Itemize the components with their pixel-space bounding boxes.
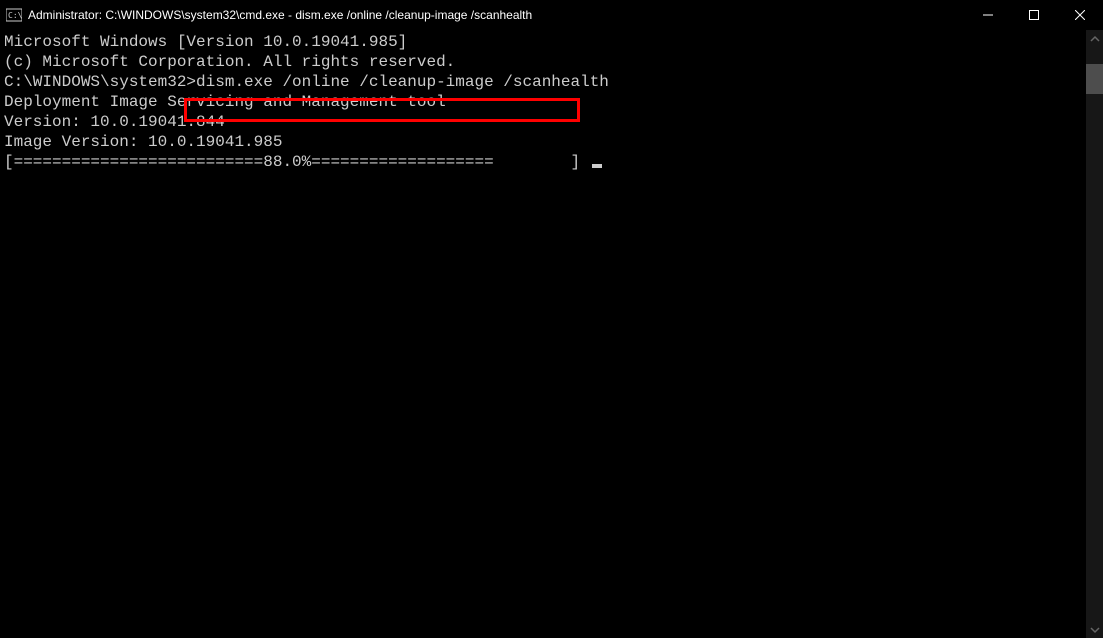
- progress-line: [==========================88.0%========…: [4, 152, 1082, 172]
- maximize-button[interactable]: [1011, 0, 1057, 30]
- progress-bar-text: [==========================88.0%========…: [4, 153, 590, 171]
- maximize-icon: [1029, 10, 1039, 20]
- image-version-line: Image Version: 10.0.19041.985: [4, 132, 1082, 152]
- tool-version-line: Version: 10.0.19041.844: [4, 112, 1082, 132]
- close-button[interactable]: [1057, 0, 1103, 30]
- tool-name-line: Deployment Image Servicing and Managemen…: [4, 92, 1082, 112]
- entered-command: dism.exe /online /cleanup-image /scanhea…: [196, 73, 609, 91]
- minimize-button[interactable]: [965, 0, 1011, 30]
- prompt-prefix: C:\WINDOWS\system32>: [4, 73, 196, 91]
- cmd-icon: C:\: [6, 7, 22, 23]
- prompt-line: C:\WINDOWS\system32>dism.exe /online /cl…: [4, 72, 1082, 92]
- scrollbar-thumb[interactable]: [1086, 64, 1103, 94]
- svg-text:C:\: C:\: [8, 11, 22, 20]
- window-controls: [965, 0, 1103, 30]
- scrollbar-down-button[interactable]: [1086, 621, 1103, 638]
- terminal-area: Microsoft Windows [Version 10.0.19041.98…: [0, 30, 1103, 638]
- terminal-output[interactable]: Microsoft Windows [Version 10.0.19041.98…: [0, 30, 1086, 638]
- version-line: Microsoft Windows [Version 10.0.19041.98…: [4, 32, 1082, 52]
- cursor: [592, 164, 602, 168]
- titlebar[interactable]: C:\ Administrator: C:\WINDOWS\system32\c…: [0, 0, 1103, 30]
- copyright-line: (c) Microsoft Corporation. All rights re…: [4, 52, 1082, 72]
- titlebar-text: Administrator: C:\WINDOWS\system32\cmd.e…: [28, 8, 965, 22]
- close-icon: [1075, 10, 1085, 20]
- chevron-up-icon: [1090, 34, 1100, 44]
- minimize-icon: [983, 10, 993, 20]
- vertical-scrollbar[interactable]: [1086, 30, 1103, 638]
- chevron-down-icon: [1090, 625, 1100, 635]
- cmd-window: C:\ Administrator: C:\WINDOWS\system32\c…: [0, 0, 1103, 638]
- scrollbar-up-button[interactable]: [1086, 30, 1103, 47]
